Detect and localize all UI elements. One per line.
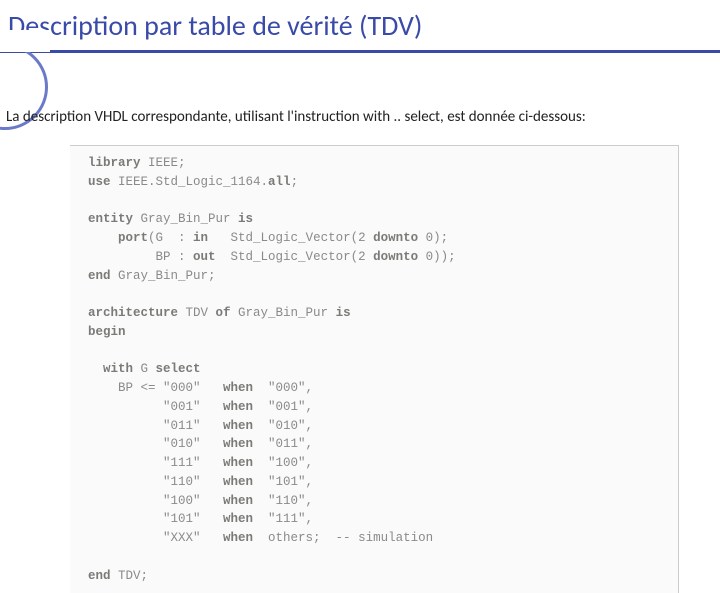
kw-out: out (193, 250, 216, 264)
code-text: Gray_Bin_Pur (133, 212, 238, 226)
code-text: Gray_Bin_Pur (231, 306, 336, 320)
kw-library: library (88, 156, 141, 170)
code-text: Std_Logic_Vector(2 (216, 250, 374, 264)
kw-end: end (88, 269, 111, 283)
kw-downto: downto (373, 231, 418, 245)
kw-with: with (88, 362, 133, 376)
kw-when: when (223, 419, 253, 433)
code-text: "001", (253, 400, 313, 414)
code-text: Std_Logic_Vector(2 (208, 231, 373, 245)
code-text: "XXX" (88, 531, 223, 545)
code-text: ; (291, 175, 299, 189)
kw-architecture: architecture (88, 306, 178, 320)
kw-downto: downto (373, 250, 418, 264)
code-text: "111" (88, 456, 223, 470)
code-text: TDV (178, 306, 216, 320)
kw-when: when (223, 456, 253, 470)
code-text: "101" (88, 512, 223, 526)
kw-all: all (268, 175, 291, 189)
kw-use: use (88, 175, 111, 189)
kw-when: when (223, 381, 253, 395)
code-text: "110" (88, 475, 223, 489)
kw-when: when (223, 400, 253, 414)
code-text: "111", (253, 512, 313, 526)
code-text: BP : (88, 250, 193, 264)
arc-mask (0, 30, 50, 52)
kw-when: when (223, 531, 253, 545)
kw-when: when (223, 437, 253, 451)
kw-of: of (216, 306, 231, 320)
code-text: "001" (88, 400, 223, 414)
kw-entity: entity (88, 212, 133, 226)
title-underline (0, 50, 720, 53)
code-text: BP <= "000" (88, 381, 223, 395)
kw-in: in (193, 231, 208, 245)
code-text: "100", (253, 456, 313, 470)
kw-is: is (238, 212, 253, 226)
kw-when: when (223, 494, 253, 508)
code-text: TDV; (111, 569, 149, 583)
code-text: "011", (253, 437, 313, 451)
code-text: "010", (253, 419, 313, 433)
kw-begin: begin (88, 325, 126, 339)
vhdl-code-block: library IEEE; use IEEE.Std_Logic_1164.al… (70, 145, 679, 593)
code-text: "000", (253, 381, 313, 395)
code-text: Gray_Bin_Pur; (111, 269, 216, 283)
code-text: "011" (88, 419, 223, 433)
code-text: "101", (253, 475, 313, 489)
kw-is: is (336, 306, 351, 320)
kw-when: when (223, 475, 253, 489)
code-text: "100" (88, 494, 223, 508)
kw-end: end (88, 569, 111, 583)
kw-when: when (223, 512, 253, 526)
code-text: IEEE.Std_Logic_1164. (111, 175, 269, 189)
code-text: others; -- simulation (253, 531, 433, 545)
code-text: G (133, 362, 156, 376)
code-text: 0)); (418, 250, 456, 264)
page-title: Description par table de vérité (TDV) (8, 8, 720, 43)
code-text: "110", (253, 494, 313, 508)
code-text: "010" (88, 437, 223, 451)
kw-select: select (156, 362, 201, 376)
code-text: IEEE; (141, 156, 186, 170)
code-text: (G : (148, 231, 193, 245)
kw-port: port (88, 231, 148, 245)
subtitle-text: La description VHDL correspondante, util… (6, 108, 586, 126)
code-text: 0); (418, 231, 448, 245)
